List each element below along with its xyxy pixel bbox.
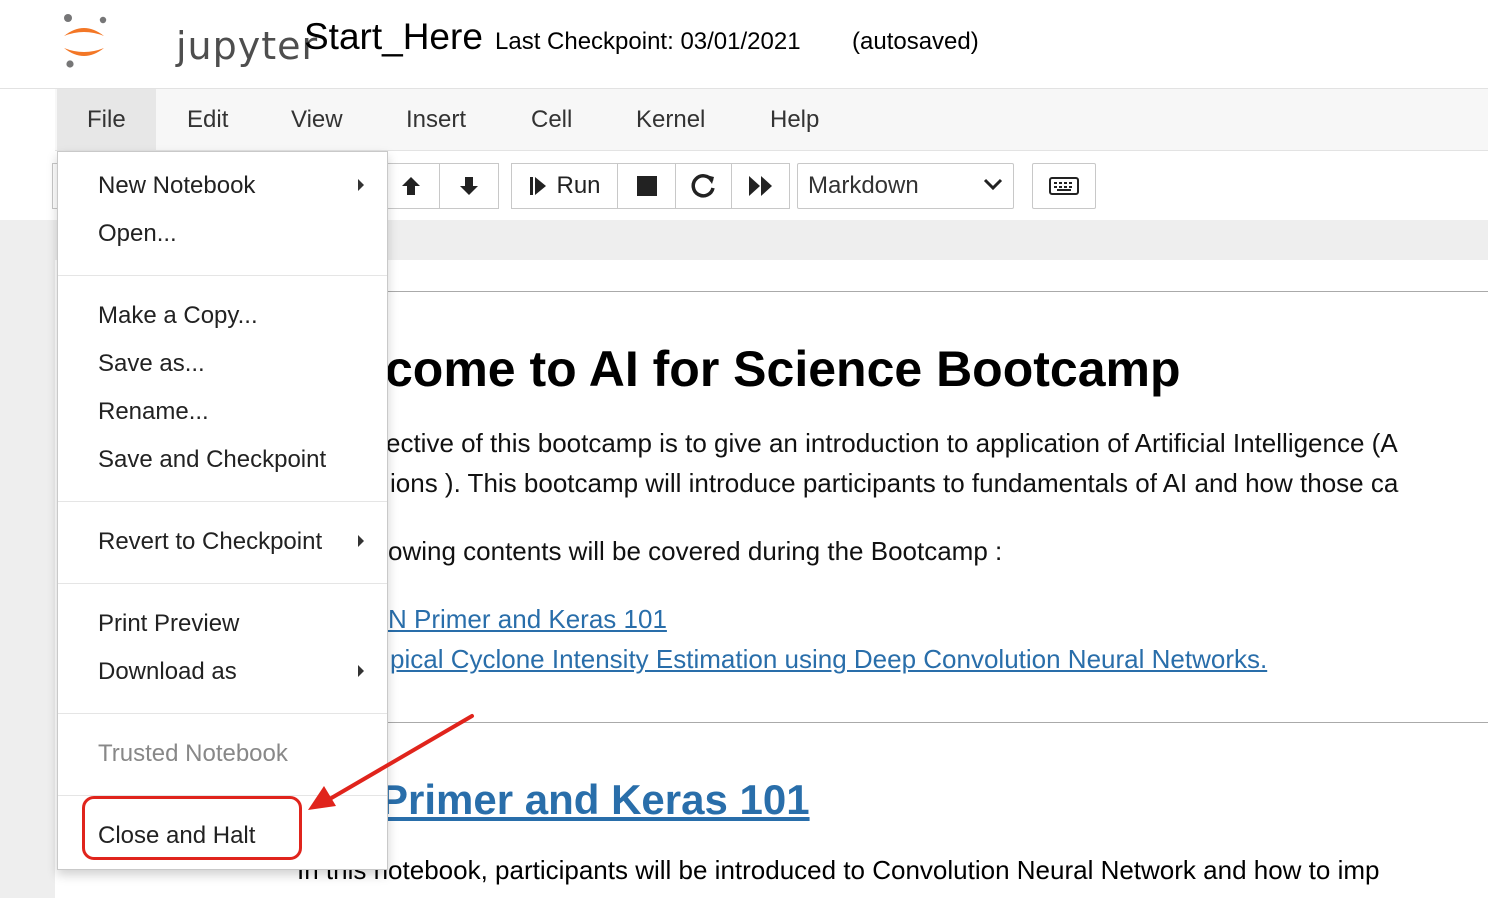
submenu-arrow-icon (358, 665, 364, 677)
restart-button[interactable] (675, 163, 732, 209)
menu-save-as[interactable]: Save as... (98, 350, 205, 378)
jupyter-logo[interactable]: jupyter (58, 10, 317, 72)
menu-make-copy[interactable]: Make a Copy... (98, 302, 258, 330)
menu-cell[interactable]: Cell (501, 89, 602, 150)
menu-kernel[interactable]: Kernel (606, 89, 735, 150)
annotation-highlight-box (82, 796, 302, 860)
link-tropical-cyclone[interactable]: pical Cyclone Intensity Estimation using… (390, 644, 1267, 675)
submenu-arrow-icon (358, 179, 364, 191)
menu-edit[interactable]: Edit (157, 89, 258, 150)
notebook-name[interactable]: Start_Here (304, 16, 483, 58)
intro-paragraph-line: ions ). This bootcamp will introduce par… (390, 468, 1399, 498)
jupyter-logo-text: jupyter (176, 24, 319, 68)
menu-file[interactable]: File (57, 89, 156, 150)
move-down-button[interactable] (439, 163, 499, 209)
menu-save-checkpoint[interactable]: Save and Checkpoint (98, 446, 326, 474)
move-up-icon (401, 177, 420, 195)
submenu-arrow-icon (358, 535, 364, 547)
run-label: Run (556, 172, 601, 199)
menu-view[interactable]: View (261, 89, 373, 150)
move-down-icon (460, 177, 478, 195)
menu-divider (58, 583, 387, 584)
contents-heading: owing contents will be covered during th… (388, 536, 1003, 566)
section-paragraph: In this notebook, participants will be i… (297, 855, 1380, 885)
command-palette-button[interactable] (1032, 163, 1096, 209)
keyboard-icon (1049, 177, 1079, 195)
menubar: File Edit View Insert Cell Kernel Help (55, 89, 1488, 151)
jupyter-logo-icon (64, 14, 107, 68)
stop-icon (636, 176, 657, 196)
intro-paragraph-line: ective of this bootcamp is to give an in… (386, 428, 1398, 458)
menu-print-preview[interactable]: Print Preview (98, 610, 239, 638)
notebook-header: jupyter Start_Here Last Checkpoint: 03/0… (0, 0, 1488, 89)
restart-icon (691, 174, 715, 198)
menu-divider (58, 501, 387, 502)
fast-forward-icon (748, 176, 772, 196)
cell-divider (388, 291, 1488, 292)
stop-button[interactable] (617, 163, 676, 209)
autosave-status: (autosaved) (852, 28, 979, 55)
menu-insert[interactable]: Insert (376, 89, 496, 150)
menu-open[interactable]: Open... (98, 220, 177, 248)
menu-help[interactable]: Help (740, 89, 849, 150)
last-checkpoint: Last Checkpoint: 03/01/2021 (495, 28, 801, 55)
cell-type-select[interactable]: Markdown (797, 163, 1014, 209)
run-icon (530, 177, 547, 195)
fast-forward-button[interactable] (731, 163, 790, 209)
menu-rename[interactable]: Rename... (98, 398, 209, 426)
menu-revert-checkpoint[interactable]: Revert to Checkpoint (98, 528, 322, 556)
run-button[interactable]: Run (511, 163, 618, 209)
notebook-title: come to AI for Science Bootcamp (385, 341, 1181, 397)
chevron-down-icon (983, 178, 1003, 191)
annotation-arrow-icon (308, 714, 474, 810)
link-cnn-primer[interactable]: N Primer and Keras 101 (388, 604, 667, 635)
cell-type-value: Markdown (808, 172, 919, 199)
cell-divider (388, 722, 1488, 723)
menu-download-as[interactable]: Download as (98, 658, 237, 686)
menu-trusted-notebook: Trusted Notebook (98, 740, 288, 767)
menu-divider (58, 275, 387, 276)
move-up-button[interactable] (382, 163, 440, 209)
menu-new-notebook[interactable]: New Notebook (98, 172, 255, 200)
